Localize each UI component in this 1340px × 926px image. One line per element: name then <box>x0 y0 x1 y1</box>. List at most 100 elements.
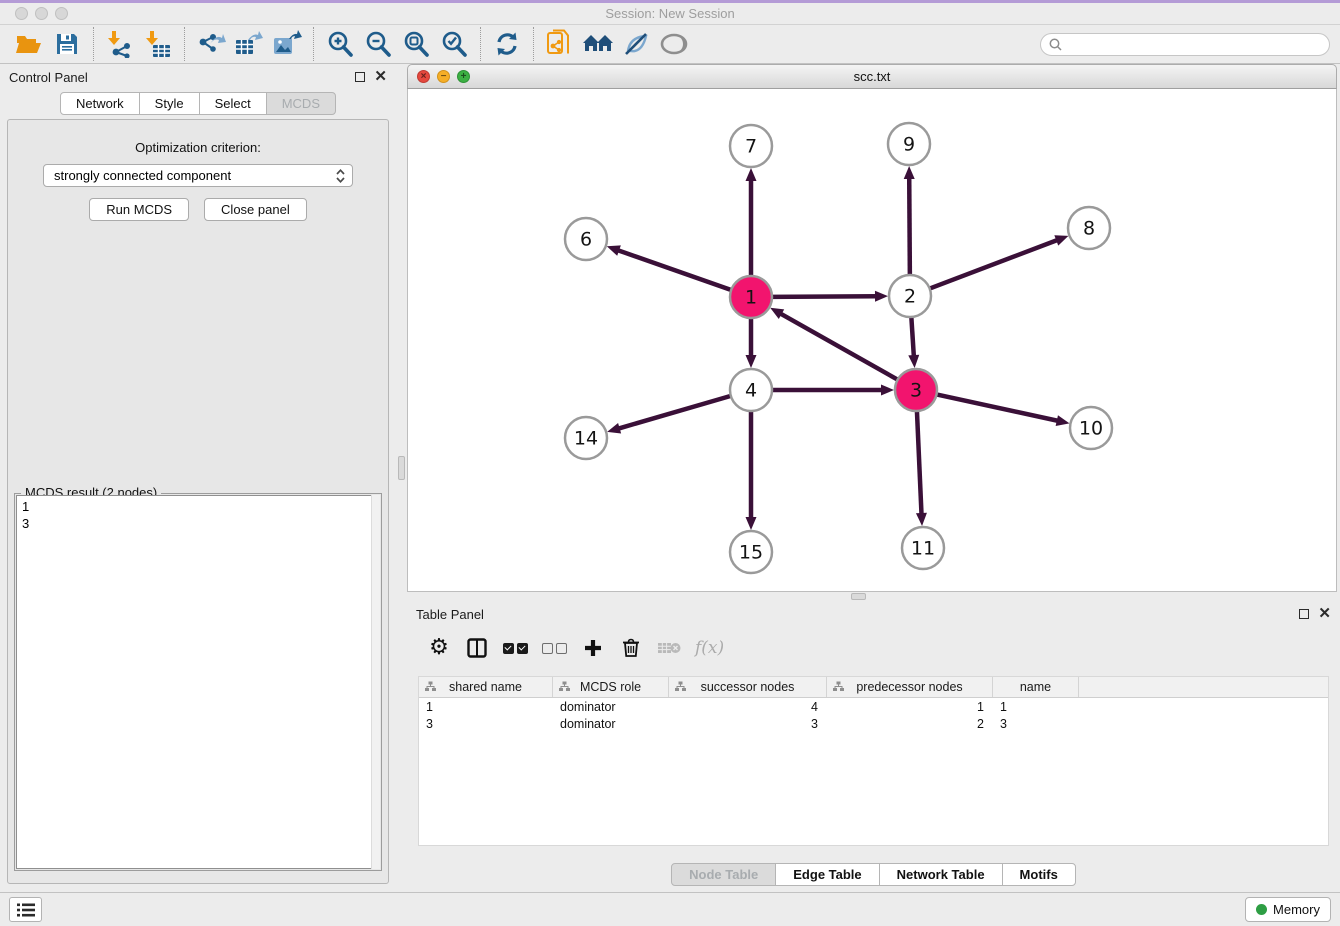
graph-edge-3-10[interactable] <box>937 394 1059 421</box>
export-network-button[interactable] <box>192 27 230 61</box>
network-graph[interactable]: 7968124314101511 <box>408 89 1336 590</box>
show-columns-button[interactable] <box>465 634 489 662</box>
delete-row-button[interactable] <box>619 634 643 662</box>
zoom-in-button[interactable] <box>321 27 359 61</box>
tab-select[interactable]: Select <box>199 92 267 115</box>
zoom-selected-button[interactable] <box>435 27 473 61</box>
checked-box-icon <box>503 643 514 654</box>
tab-network[interactable]: Network <box>60 92 140 115</box>
column-header-successor-nodes[interactable]: successor nodes <box>669 677 827 697</box>
save-session-button[interactable] <box>48 27 86 61</box>
unselect-all-button[interactable] <box>542 634 567 662</box>
column-header-label: successor nodes <box>701 680 795 694</box>
memory-button[interactable]: Memory <box>1245 897 1331 922</box>
node-table-header-row: shared nameMCDS role successor nodes prede… <box>419 677 1328 698</box>
import-table-button[interactable] <box>139 27 177 61</box>
delete-column-icon <box>657 640 681 656</box>
table-cell-shared-name[interactable]: 1 <box>419 700 553 714</box>
import-network-button[interactable] <box>101 27 139 61</box>
search-field[interactable] <box>1040 33 1330 56</box>
task-history-button[interactable] <box>9 897 42 922</box>
export-table-icon <box>234 30 264 58</box>
close-panel-button[interactable]: Close panel <box>204 198 307 221</box>
refresh-view-button[interactable] <box>488 27 526 61</box>
workspace-region: × − + scc.txt 7968124314101511 Table Pan… <box>407 64 1340 892</box>
control-panel-float-icon[interactable] <box>355 72 365 82</box>
horizontal-splitter-grip[interactable] <box>851 593 866 600</box>
graph-edge-3-11[interactable] <box>917 411 922 515</box>
graph-edge-4-14[interactable] <box>618 396 731 429</box>
graph-edge-3-1[interactable] <box>780 313 898 379</box>
column-header-predecessor-nodes[interactable]: predecessor nodes <box>827 677 993 697</box>
function-builder-button[interactable]: f(x) <box>695 634 724 662</box>
table-cell-MCDS-role[interactable]: dominator <box>553 717 669 731</box>
toolbar-separator <box>184 27 185 61</box>
table-cell-successor-nodes[interactable]: 4 <box>669 700 827 714</box>
tab-mcds[interactable]: MCDS <box>266 92 336 115</box>
network-canvas[interactable]: 7968124314101511 <box>407 89 1337 592</box>
zoom-fit-button[interactable] <box>397 27 435 61</box>
control-panel-close-icon[interactable]: ✕ <box>374 72 387 82</box>
zoom-fit-icon <box>402 30 430 58</box>
graph-edge-arrowhead <box>908 355 919 368</box>
search-input[interactable] <box>1067 37 1329 52</box>
graph-edge-1-6[interactable] <box>617 250 731 290</box>
table-panel-tabs: Node TableEdge TableNetwork TableMotifs <box>407 863 1340 886</box>
table-cell-name[interactable]: 3 <box>993 717 1079 731</box>
tab-node-table[interactable]: Node Table <box>671 863 776 886</box>
column-header-name[interactable]: name <box>993 677 1079 697</box>
zoom-out-button[interactable] <box>359 27 397 61</box>
memory-button-label: Memory <box>1273 902 1320 917</box>
table-panel-float-icon[interactable] <box>1299 609 1309 619</box>
gear-icon: ⚙ <box>429 636 449 660</box>
table-cell-predecessor-nodes[interactable]: 1 <box>827 700 993 714</box>
column-header-MCDS-role[interactable]: MCDS role <box>553 677 669 697</box>
vertical-splitter-grip[interactable] <box>398 456 405 480</box>
memory-status-icon <box>1256 904 1267 915</box>
mcds-result-textarea[interactable]: 1 3 <box>16 495 380 869</box>
toggle-graphics-details-button[interactable] <box>617 27 655 61</box>
control-panel-tabs: NetworkStyleSelectMCDS <box>0 92 396 115</box>
tab-motifs[interactable]: Motifs <box>1002 863 1076 886</box>
tab-edge-table[interactable]: Edge Table <box>775 863 879 886</box>
graph-edge-arrowhead <box>875 291 888 302</box>
graph-edge-arrowhead <box>904 166 915 179</box>
export-table-button[interactable] <box>230 27 268 61</box>
tab-style[interactable]: Style <box>139 92 200 115</box>
table-cell-MCDS-role[interactable]: dominator <box>553 700 669 714</box>
export-image-button[interactable] <box>268 27 306 61</box>
vertical-splitter[interactable] <box>396 64 407 892</box>
graph-edge-1-2[interactable] <box>772 296 877 297</box>
table-panel-header: Table Panel ✕ <box>407 601 1340 627</box>
export-network-icon <box>196 30 226 58</box>
table-toolbar: ⚙ f(x) <box>407 628 1328 668</box>
table-cell-predecessor-nodes[interactable]: 2 <box>827 717 993 731</box>
bird-eye-view-button[interactable] <box>655 27 693 61</box>
table-settings-button[interactable]: ⚙ <box>427 634 451 662</box>
delete-column-button[interactable] <box>657 634 681 662</box>
graph-edge-2-9[interactable] <box>909 177 910 275</box>
home-view-button[interactable] <box>579 27 617 61</box>
graph-edge-arrowhead <box>1054 235 1068 245</box>
column-header-shared-name[interactable]: shared name <box>419 677 553 697</box>
table-cell-shared-name[interactable]: 3 <box>419 717 553 731</box>
graph-edge-2-8[interactable] <box>930 240 1059 289</box>
open-session-button[interactable] <box>10 27 48 61</box>
criterion-select[interactable]: strongly connected component <box>43 164 353 187</box>
horizontal-splitter[interactable] <box>407 592 1340 601</box>
column-type-icon <box>675 681 686 692</box>
select-all-button[interactable] <box>503 634 528 662</box>
add-row-button[interactable] <box>581 634 605 662</box>
mcds-result-scrollbar[interactable] <box>371 495 380 869</box>
run-mcds-button[interactable]: Run MCDS <box>89 198 189 221</box>
network-window-titlebar: × − + scc.txt <box>407 64 1337 89</box>
table-cell-name[interactable]: 1 <box>993 700 1079 714</box>
graph-edge-arrowhead <box>607 245 621 255</box>
duplicate-network-button[interactable] <box>541 27 579 61</box>
table-cell-successor-nodes[interactable]: 3 <box>669 717 827 731</box>
table-panel-close-icon[interactable]: ✕ <box>1318 609 1331 619</box>
graph-node-label-10: 10 <box>1079 418 1103 440</box>
graph-edge-arrowhead <box>746 168 757 181</box>
tab-network-table[interactable]: Network Table <box>879 863 1003 886</box>
graph-edge-2-3[interactable] <box>911 317 914 357</box>
